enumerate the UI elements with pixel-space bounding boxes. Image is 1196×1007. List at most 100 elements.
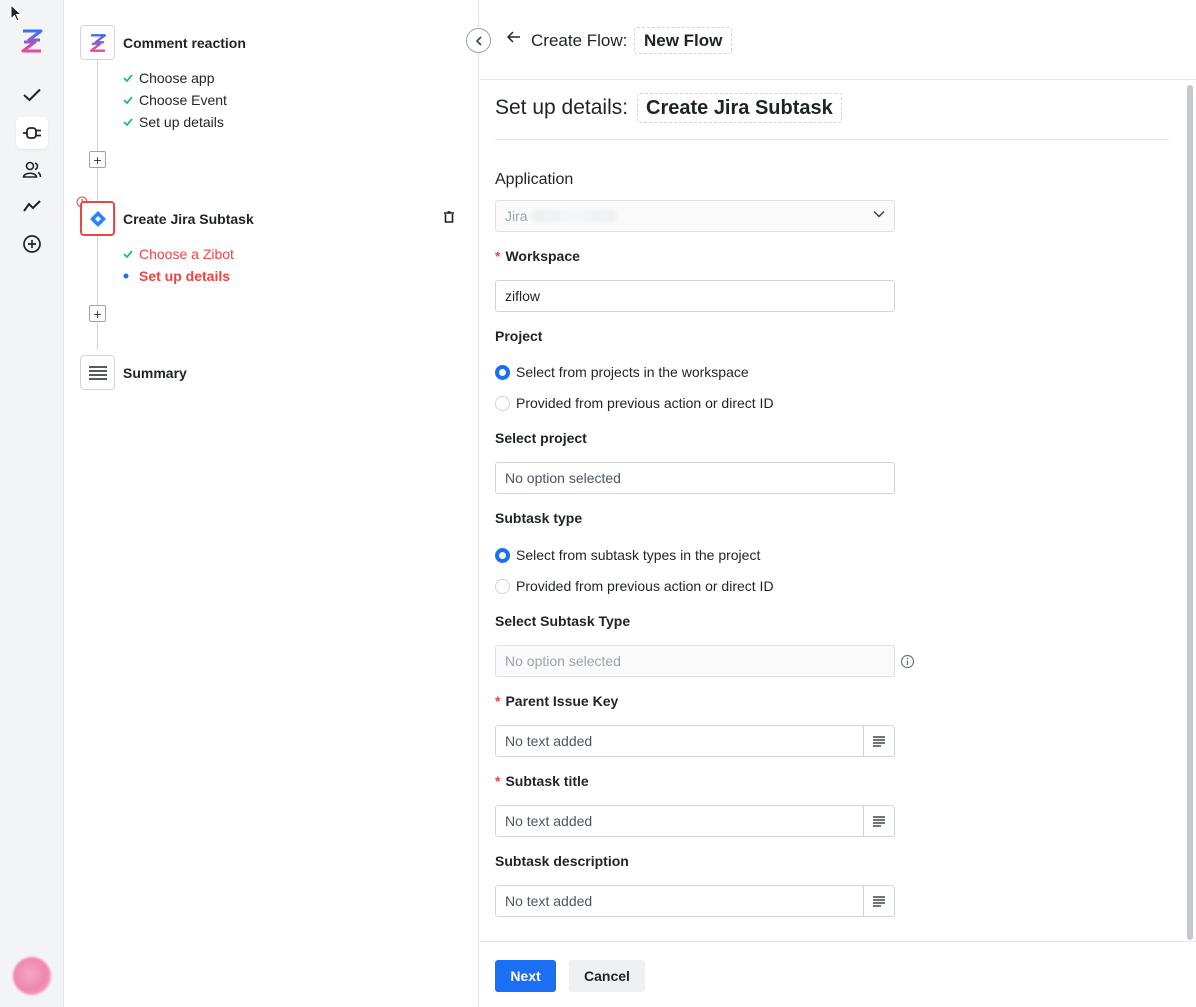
text-editor-button[interactable] xyxy=(863,806,894,836)
subtask-title-field[interactable]: No text added xyxy=(495,805,895,837)
user-avatar[interactable] xyxy=(13,957,51,995)
collapse-panel-button[interactable] xyxy=(466,28,491,53)
app-rail xyxy=(0,0,64,1007)
trigger-step-node[interactable] xyxy=(80,25,115,60)
summary-step-node[interactable] xyxy=(80,355,115,390)
parent-issue-key-field[interactable]: No text added xyxy=(495,725,895,757)
scrollbar[interactable] xyxy=(1187,85,1193,940)
cancel-button[interactable]: Cancel xyxy=(569,960,645,992)
action-substep-choose-zibot[interactable]: Choose a Zibot xyxy=(123,246,234,262)
substep-label: Choose a Zibot xyxy=(139,246,234,262)
subtask-description-field[interactable]: No text added xyxy=(495,885,895,917)
jira-app-icon xyxy=(89,210,106,227)
delete-step-trash-icon[interactable] xyxy=(444,211,454,223)
trigger-substep-choose-app[interactable]: Choose app xyxy=(123,70,215,86)
parent-issue-key-placeholder: No text added xyxy=(505,733,593,749)
application-select[interactable]: Jira xyxy=(495,200,895,232)
text-editor-button[interactable] xyxy=(863,726,894,756)
select-project-dropdown[interactable]: No option selected xyxy=(495,462,895,494)
project-radio-select-from-workspace[interactable]: Select from projects in the workspace xyxy=(495,364,749,380)
radio-label: Provided from previous action or direct … xyxy=(516,395,774,411)
text-lines-icon xyxy=(873,815,885,827)
divider xyxy=(495,139,1169,140)
ziflow-logo-icon[interactable] xyxy=(16,25,48,57)
text-lines-icon xyxy=(873,895,885,907)
action-step-node[interactable] xyxy=(80,201,115,236)
required-asterisk: * xyxy=(495,693,501,709)
substep-label: Choose app xyxy=(139,70,215,86)
required-asterisk: * xyxy=(495,248,501,264)
next-button[interactable]: Next xyxy=(495,960,556,992)
mouse-cursor-icon xyxy=(10,4,23,22)
chevron-left-icon xyxy=(475,35,482,46)
subtask-description-placeholder: No text added xyxy=(505,893,593,909)
add-step-button[interactable]: + xyxy=(89,305,106,322)
text-lines-icon xyxy=(873,735,885,747)
application-label: Application xyxy=(495,171,574,188)
page-title: Set up details: xyxy=(495,96,629,119)
summary-lines-icon xyxy=(88,365,107,380)
radio-selected[interactable] xyxy=(495,547,510,563)
breadcrumb: Create Flow: xyxy=(531,31,628,50)
subtask-title-label: * Subtask title xyxy=(495,773,589,789)
radio-selected[interactable] xyxy=(495,364,510,380)
integrations-plug-icon[interactable] xyxy=(16,117,48,149)
radio-unselected[interactable] xyxy=(495,578,510,594)
form-footer: Next Cancel xyxy=(480,941,1196,1007)
parent-issue-key-label: * Parent Issue Key xyxy=(495,693,618,709)
add-circle-icon[interactable] xyxy=(16,228,48,260)
workspace-field[interactable]: ziflow xyxy=(495,280,895,312)
check-icon xyxy=(123,74,139,82)
back-arrow-icon[interactable] xyxy=(507,31,521,43)
workspace-label: * Workspace xyxy=(495,248,580,264)
workspace-label-text: Workspace xyxy=(505,248,580,264)
chevron-down-icon xyxy=(873,210,885,218)
add-step-button[interactable]: + xyxy=(89,151,106,168)
radio-label: Provided from previous action or direct … xyxy=(516,578,774,594)
flow-name-editable[interactable]: New Flow xyxy=(634,27,733,54)
text-editor-button[interactable] xyxy=(863,886,894,916)
parent-issue-key-label-text: Parent Issue Key xyxy=(505,693,619,709)
trigger-substep-set-up-details[interactable]: Set up details xyxy=(123,114,224,130)
subtask-title-placeholder: No text added xyxy=(505,813,593,829)
check-icon xyxy=(123,96,139,104)
subtask-title-label-text: Subtask title xyxy=(505,773,589,789)
info-icon[interactable] xyxy=(900,654,915,669)
select-subtask-type-dropdown[interactable]: No option selected xyxy=(495,645,895,677)
select-project-placeholder: No option selected xyxy=(505,470,621,486)
main-content: Create Flow: New Flow Set up details: Cr… xyxy=(480,0,1196,1007)
select-subtask-type-label: Select Subtask Type xyxy=(495,613,631,629)
summary-step-title[interactable]: Summary xyxy=(123,365,187,381)
subtask-description-label: Subtask description xyxy=(495,853,629,869)
radio-unselected[interactable] xyxy=(495,395,510,411)
project-radio-provided-id[interactable]: Provided from previous action or direct … xyxy=(495,395,774,411)
trigger-substep-choose-event[interactable]: Choose Event xyxy=(123,92,227,108)
check-icon xyxy=(123,250,139,258)
substep-label: Set up details xyxy=(139,114,224,130)
current-step-dot-icon xyxy=(123,272,139,280)
action-substep-set-up-details[interactable]: Set up details xyxy=(123,268,230,284)
substep-label: Set up details xyxy=(139,268,231,284)
required-asterisk: * xyxy=(495,773,501,789)
action-name-editable[interactable]: Create Jira Subtask xyxy=(637,93,842,123)
application-value: Jira xyxy=(505,208,528,224)
users-icon[interactable] xyxy=(16,154,48,186)
flow-steps-panel: Comment reaction Choose app Choose Event… xyxy=(64,0,479,1007)
subtask-type-label: Subtask type xyxy=(495,510,583,526)
ziflow-app-icon xyxy=(89,33,106,52)
select-subtask-type-placeholder: No option selected xyxy=(505,653,621,669)
top-bar: Create Flow: New Flow xyxy=(480,0,1196,80)
radio-label: Select from subtask types in the project xyxy=(516,547,761,563)
checkmark-icon[interactable] xyxy=(16,79,48,111)
action-step-title[interactable]: Create Jira Subtask xyxy=(123,211,254,227)
select-project-label: Select project xyxy=(495,430,587,446)
workspace-value: ziflow xyxy=(505,288,541,304)
substep-label: Choose Event xyxy=(139,92,227,108)
analytics-trend-icon[interactable] xyxy=(16,190,48,222)
trigger-step-title[interactable]: Comment reaction xyxy=(123,35,246,51)
radio-label: Select from projects in the workspace xyxy=(516,364,749,380)
subtask-type-radio-provided-id[interactable]: Provided from previous action or direct … xyxy=(495,578,774,594)
redacted-text xyxy=(530,210,617,222)
subtask-type-radio-select-from-project[interactable]: Select from subtask types in the project xyxy=(495,547,760,563)
check-icon xyxy=(123,118,139,126)
